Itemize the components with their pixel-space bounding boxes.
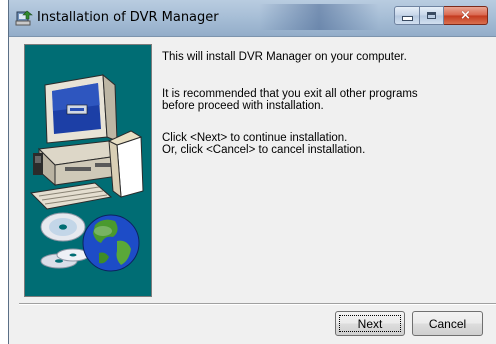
close-icon: × xyxy=(460,8,471,23)
setup-illustration xyxy=(29,73,144,272)
dialog-body: This will install DVR Manager on your co… xyxy=(9,37,496,344)
window-title: Installation of DVR Manager xyxy=(37,10,219,25)
window-controls: × xyxy=(394,6,488,26)
computer-illustration xyxy=(29,73,144,210)
cd-illustration xyxy=(40,212,90,269)
installer-icon xyxy=(15,10,33,26)
titlebar-reflection xyxy=(259,4,379,30)
next-button[interactable]: Next xyxy=(335,311,405,336)
installer-window: Installation of DVR Manager × This will … xyxy=(8,0,496,344)
maximize-icon xyxy=(427,12,436,19)
title-bar[interactable]: Installation of DVR Manager × xyxy=(9,0,496,37)
minimize-button[interactable] xyxy=(394,6,420,25)
cancel-button-label: Cancel xyxy=(428,316,467,331)
cancel-button[interactable]: Cancel xyxy=(412,311,483,336)
recommendation-line-1: It is recommended that you exit all othe… xyxy=(162,88,418,100)
globe-illustration xyxy=(82,214,140,272)
close-button[interactable]: × xyxy=(444,6,488,25)
recommendation-line-2: before proceed with installation. xyxy=(162,100,324,112)
setup-graphic-panel xyxy=(24,44,152,297)
next-instruction: Click <Next> to continue installation. xyxy=(162,132,348,144)
minimize-icon xyxy=(401,16,413,21)
cancel-instruction: Or, click <Cancel> to cancel installatio… xyxy=(162,144,366,156)
maximize-button[interactable] xyxy=(420,6,444,25)
button-divider xyxy=(19,303,496,305)
next-button-label: Next xyxy=(357,316,383,331)
intro-text: This will install DVR Manager on your co… xyxy=(162,51,407,63)
